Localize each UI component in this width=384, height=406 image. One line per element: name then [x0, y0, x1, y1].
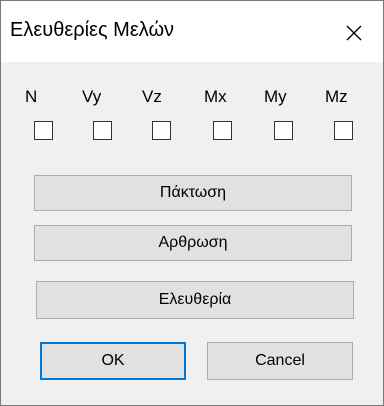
checkbox-mz[interactable] — [334, 121, 353, 140]
fixed-support-button[interactable]: Πάκτωση — [34, 175, 352, 211]
close-icon — [346, 25, 362, 41]
dof-label-my: My — [264, 87, 287, 106]
window-title: Ελευθερίες Μελών — [10, 19, 175, 41]
ok-button[interactable]: OK — [40, 342, 186, 380]
cancel-button[interactable]: Cancel — [207, 342, 353, 380]
close-button[interactable] — [323, 1, 383, 62]
dof-label-mx: Mx — [204, 87, 227, 106]
free-button[interactable]: Ελευθερία — [36, 281, 354, 319]
dof-label-n: N — [25, 87, 38, 106]
checkbox-mx[interactable] — [213, 121, 232, 140]
checkbox-vy[interactable] — [93, 121, 112, 140]
dof-label-mz: Mz — [325, 87, 348, 106]
checkbox-my[interactable] — [274, 121, 293, 140]
dof-label-vy: Vy — [82, 87, 102, 106]
hinge-button[interactable]: Αρθρωση — [34, 225, 352, 261]
checkbox-n[interactable] — [34, 121, 53, 140]
checkbox-vz[interactable] — [152, 121, 171, 140]
member-freedoms-dialog: Ελευθερίες Μελών N Vy Vz Mx My Mz Πάκτωσ… — [0, 0, 384, 406]
title-bar: Ελευθερίες Μελών — [1, 1, 383, 62]
dof-label-vz: Vz — [142, 87, 162, 106]
